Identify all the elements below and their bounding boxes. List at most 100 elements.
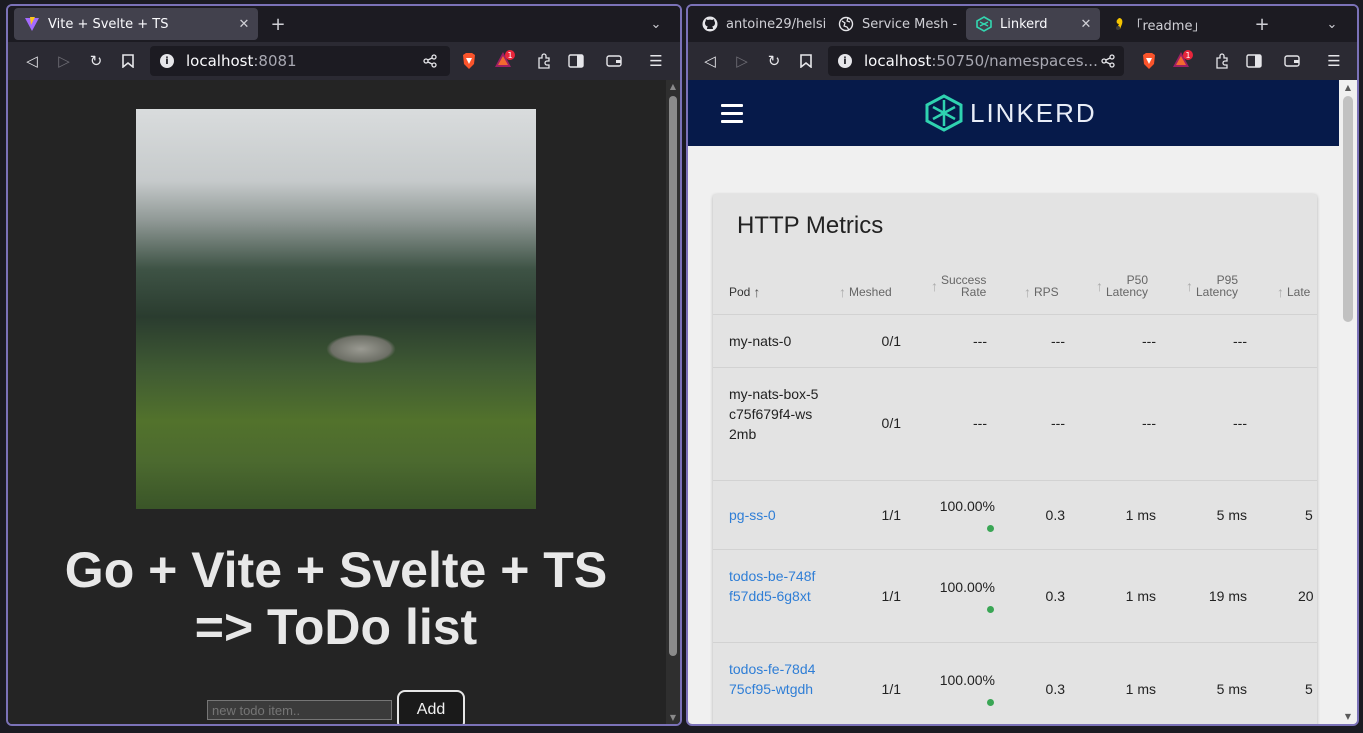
column-header-rps[interactable]: ↑ RPS xyxy=(1024,285,1059,299)
p95-value: 5 ms xyxy=(1216,681,1247,697)
menu-icon[interactable]: ☰ xyxy=(1322,49,1346,73)
bookmark-icon[interactable] xyxy=(116,49,140,73)
back-icon[interactable]: ◁ xyxy=(20,49,44,73)
sort-icon[interactable]: ↑ xyxy=(839,285,846,299)
tab-vite-svelte[interactable]: Vite + Svelte + TS ✕ xyxy=(14,8,258,40)
pod-link[interactable]: todos-fe-78d475cf95-wtgdh xyxy=(729,659,819,699)
forward-icon[interactable]: ▷ xyxy=(52,49,76,73)
reload-icon[interactable]: ↻ xyxy=(84,49,108,73)
brave-shields-icon[interactable] xyxy=(460,52,478,70)
column-header-success-rate[interactable]: ↑ Success Rate xyxy=(931,274,986,298)
close-tab-icon[interactable]: ✕ xyxy=(236,17,252,32)
wallet-icon[interactable] xyxy=(602,49,626,73)
scroll-down-icon[interactable]: ▼ xyxy=(666,713,680,722)
p95-value: 5 ms xyxy=(1216,507,1247,523)
share-icon[interactable] xyxy=(1096,49,1120,73)
menu-icon[interactable]: ☰ xyxy=(644,49,668,73)
p99-value: 20 xyxy=(1298,588,1314,604)
new-todo-input[interactable] xyxy=(207,700,392,720)
site-info-icon[interactable]: i xyxy=(160,54,174,68)
url-bar[interactable]: i localhost:50750/namespaces... xyxy=(828,46,1124,76)
sort-icon[interactable]: ↑ xyxy=(931,279,938,293)
sort-icon[interactable]: ↑ xyxy=(1024,285,1031,299)
tab-title: antoine29/helsi xyxy=(726,16,826,32)
tab-bar: antoine29/helsi Service Mesh - Linkerd ✕… xyxy=(688,6,1357,42)
bookmark-icon[interactable] xyxy=(794,49,818,73)
brave-rewards-icon[interactable]: 1 xyxy=(1172,50,1193,70)
chevron-down-icon[interactable]: ⌄ xyxy=(644,12,668,36)
reload-icon[interactable]: ↻ xyxy=(762,49,786,73)
hamburger-menu-icon[interactable] xyxy=(721,104,743,123)
page-content: Go + Vite + Svelte + TS => ToDo list Add… xyxy=(8,80,680,724)
column-label: Late xyxy=(1287,285,1311,299)
tab-linkerd[interactable]: Linkerd ✕ xyxy=(966,8,1100,40)
pod-link[interactable]: todos-be-748ff57dd5-6g8xt xyxy=(729,566,819,606)
url-path: :8081 xyxy=(253,52,297,70)
tab-readme[interactable]: ｢readme｣ xyxy=(1102,8,1236,40)
wallet-icon[interactable] xyxy=(1280,49,1304,73)
success-rate-value: 100.00% xyxy=(939,498,995,514)
column-header-pod[interactable]: Pod ↑ xyxy=(729,285,760,299)
success-rate-value: 100.00% xyxy=(939,579,995,595)
nav-bar: ◁ ▷ ↻ i localhost:8081 1 ☰ xyxy=(8,42,680,80)
sort-icon[interactable]: ↑ xyxy=(1096,279,1103,293)
p50-value: 1 ms xyxy=(1125,588,1156,604)
sidebar-icon[interactable] xyxy=(1242,49,1266,73)
new-tab-icon[interactable]: + xyxy=(266,12,290,36)
browser-window-right: antoine29/helsi Service Mesh - Linkerd ✕… xyxy=(686,4,1359,726)
back-icon[interactable]: ◁ xyxy=(698,49,722,73)
tab-github[interactable]: antoine29/helsi xyxy=(692,8,826,40)
p99-value: 5 xyxy=(1305,507,1313,523)
extensions-icon[interactable] xyxy=(1210,49,1234,73)
meshed-value: 1/1 xyxy=(881,507,901,523)
sort-icon[interactable]: ↑ xyxy=(1186,279,1193,293)
rps-value: 0.3 xyxy=(1045,681,1065,697)
tab-title: Service Mesh - xyxy=(862,16,958,32)
sort-ascending-icon[interactable]: ↑ xyxy=(753,285,760,299)
table-row: my-nats-0 0/1 --- --- --- --- xyxy=(713,314,1317,367)
scroll-up-icon[interactable]: ▲ xyxy=(1339,83,1357,92)
column-label: RPS xyxy=(1034,285,1059,299)
add-button[interactable]: Add xyxy=(397,690,465,724)
rps-value: --- xyxy=(1051,415,1065,431)
column-header-p50-latency[interactable]: ↑ P50 Latency xyxy=(1096,274,1148,298)
table-row: pg-ss-0 1/1 100.00% 0.3 1 ms 5 ms 5 xyxy=(713,480,1317,549)
brave-rewards-icon[interactable]: 1 xyxy=(494,50,515,70)
tab-title: ｢readme｣ xyxy=(1136,18,1199,34)
page-title: Go + Vite + Svelte + TS => ToDo list xyxy=(8,542,664,656)
column-header-meshed[interactable]: ↑ Meshed xyxy=(839,285,892,299)
column-header-p95-latency[interactable]: ↑ P95 Latency xyxy=(1186,274,1238,298)
column-header-p99-latency[interactable]: ↑ Late xyxy=(1277,285,1311,299)
p95-value: --- xyxy=(1233,415,1247,431)
scroll-down-icon[interactable]: ▼ xyxy=(1339,712,1357,721)
column-label-line2: Latency xyxy=(1106,285,1149,299)
url-host: localhost xyxy=(186,52,254,70)
rps-value: --- xyxy=(1051,333,1065,349)
brave-shields-icon[interactable] xyxy=(1140,52,1158,70)
linkerd-logo[interactable]: LINKERD xyxy=(924,94,1097,132)
scrollbar-thumb[interactable] xyxy=(669,96,677,656)
scrollbar[interactable]: ▲ ▼ xyxy=(666,80,680,724)
scrollbar[interactable]: ▲ ▼ xyxy=(1339,80,1357,724)
tab-service-mesh[interactable]: Service Mesh - xyxy=(828,8,962,40)
pod-link[interactable]: pg-ss-0 xyxy=(729,505,819,525)
sidebar-icon[interactable] xyxy=(564,49,588,73)
tab-bar: Vite + Svelte + TS ✕ + ⌄ xyxy=(8,6,680,42)
sort-icon[interactable]: ↑ xyxy=(1277,285,1284,299)
url-bar[interactable]: i localhost:8081 xyxy=(150,46,450,76)
pod-name: my-nats-0 xyxy=(729,333,792,349)
share-icon[interactable] xyxy=(418,49,442,73)
scroll-up-icon[interactable]: ▲ xyxy=(666,82,680,91)
success-status-dot xyxy=(987,699,994,706)
url-path: :50750/namespaces... xyxy=(931,52,1098,70)
meshed-value: 1/1 xyxy=(881,681,901,697)
extensions-icon[interactable] xyxy=(532,49,556,73)
rewards-badge-count: 1 xyxy=(507,51,512,60)
chevron-down-icon[interactable]: ⌄ xyxy=(1320,12,1344,36)
close-tab-icon[interactable]: ✕ xyxy=(1078,17,1094,32)
scrollbar-thumb[interactable] xyxy=(1343,96,1353,322)
new-tab-icon[interactable]: + xyxy=(1250,12,1274,36)
forward-icon[interactable]: ▷ xyxy=(730,49,754,73)
success-status-dot xyxy=(987,525,994,532)
site-info-icon[interactable]: i xyxy=(838,54,852,68)
